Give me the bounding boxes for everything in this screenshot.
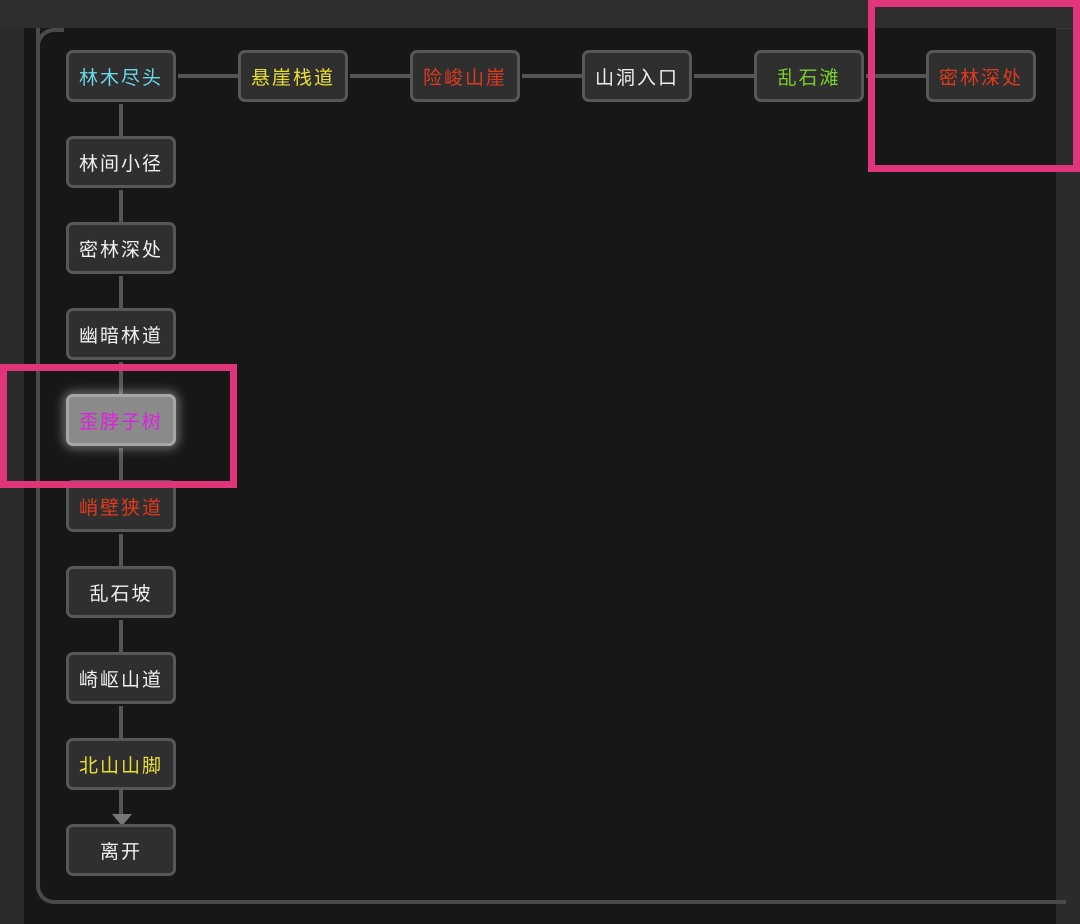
path-connector — [119, 276, 123, 308]
location-node[interactable]: 林间小径 — [66, 136, 176, 188]
path-connector — [119, 362, 123, 394]
location-node[interactable]: 幽暗林道 — [66, 308, 176, 360]
path-connector — [866, 74, 926, 78]
location-node[interactable]: 北山山脚 — [66, 738, 176, 790]
location-node[interactable]: 崎岖山道 — [66, 652, 176, 704]
location-node[interactable]: 险峻山崖 — [410, 50, 520, 102]
location-node[interactable]: 峭壁狭道 — [66, 480, 176, 532]
path-connector — [119, 190, 123, 222]
path-connector — [694, 74, 754, 78]
current-location-node[interactable]: 歪脖子树 — [66, 394, 176, 446]
map-frame — [36, 28, 1066, 904]
location-node[interactable]: 乱石坡 — [66, 566, 176, 618]
window-left-bar — [0, 28, 24, 924]
location-node[interactable]: 悬崖栈道 — [238, 50, 348, 102]
path-connector — [119, 534, 123, 566]
path-connector — [522, 74, 582, 78]
location-node[interactable]: 密林深处 — [926, 50, 1036, 102]
path-connector — [119, 448, 123, 480]
location-node[interactable]: 山洞入口 — [582, 50, 692, 102]
location-node[interactable]: 乱石滩 — [754, 50, 864, 102]
location-node[interactable]: 林木尽头 — [66, 50, 176, 102]
exit-button[interactable]: 离开 — [66, 824, 176, 876]
path-connector — [178, 74, 238, 78]
location-node[interactable]: 密林深处 — [66, 222, 176, 274]
path-connector — [350, 74, 410, 78]
path-connector — [119, 104, 123, 136]
path-connector — [119, 620, 123, 652]
window-top-bar — [0, 0, 1080, 29]
